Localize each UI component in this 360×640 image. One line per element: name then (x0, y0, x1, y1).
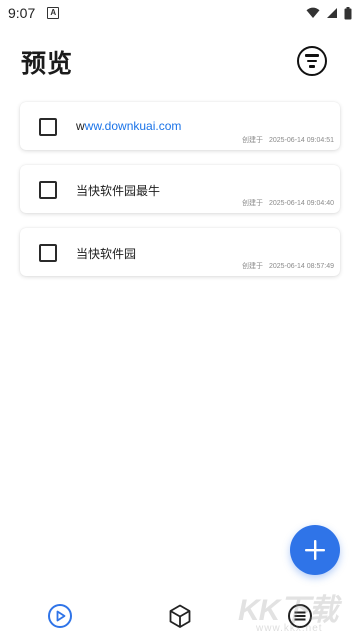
note-list: www.downkuai.com 创建于 2025-06-14 09:04:51 … (20, 102, 340, 291)
created-label: 创建于 (242, 263, 263, 270)
status-right (306, 6, 352, 20)
status-bar: 9:07 A (0, 0, 360, 26)
created-timestamp: 2025-06-14 09:04:40 (269, 200, 334, 207)
item-created: 创建于 2025-06-14 09:04:51 (242, 135, 334, 145)
created-label: 创建于 (242, 200, 263, 207)
filter-icon-line-3 (309, 65, 315, 68)
item-title-prefix: w (76, 119, 85, 133)
list-item[interactable]: 当快软件园最牛 创建于 2025-06-14 09:04:40 (20, 165, 340, 213)
created-label: 创建于 (242, 137, 263, 144)
page-title: 预览 (21, 50, 74, 78)
status-left: 9:07 A (8, 5, 60, 21)
status-time: 9:07 (8, 5, 36, 21)
watermark: KK下载 www.kkx.net (238, 585, 356, 637)
watermark-url: www.kkx.net (256, 623, 323, 634)
item-created: 创建于 2025-06-14 09:04:40 (242, 198, 334, 208)
created-timestamp: 2025-06-14 08:57:49 (269, 263, 334, 270)
item-created: 创建于 2025-06-14 08:57:49 (242, 261, 334, 271)
checkbox[interactable] (39, 118, 57, 136)
battery-icon (344, 6, 352, 19)
nav-play[interactable] (46, 602, 74, 630)
item-title-prefix: 当快软件园 (76, 247, 137, 261)
filter-icon (305, 54, 319, 57)
nav-cube[interactable] (166, 602, 194, 630)
item-title-prefix: 当快软件园最牛 (76, 184, 161, 198)
signal-icon (327, 8, 337, 18)
notification-icon: A (47, 7, 60, 19)
plus-icon (305, 540, 325, 560)
checkbox[interactable] (39, 244, 57, 262)
item-title: 当快软件园 (76, 245, 136, 262)
cube-icon (169, 604, 191, 628)
filter-icon-line-2 (307, 59, 317, 63)
filter-button[interactable] (297, 46, 327, 76)
wifi-icon (306, 7, 320, 18)
add-button[interactable] (290, 525, 340, 575)
play-circle-icon (48, 604, 72, 628)
item-title-link[interactable]: ww.downkuai.com (85, 119, 182, 133)
item-title: www.downkuai.com (76, 119, 181, 133)
item-title: 当快软件园最牛 (76, 182, 160, 199)
list-item[interactable]: www.downkuai.com 创建于 2025-06-14 09:04:51 (20, 102, 340, 150)
checkbox[interactable] (39, 181, 57, 199)
created-timestamp: 2025-06-14 09:04:51 (269, 137, 334, 144)
list-item[interactable]: 当快软件园 创建于 2025-06-14 08:57:49 (20, 228, 340, 276)
